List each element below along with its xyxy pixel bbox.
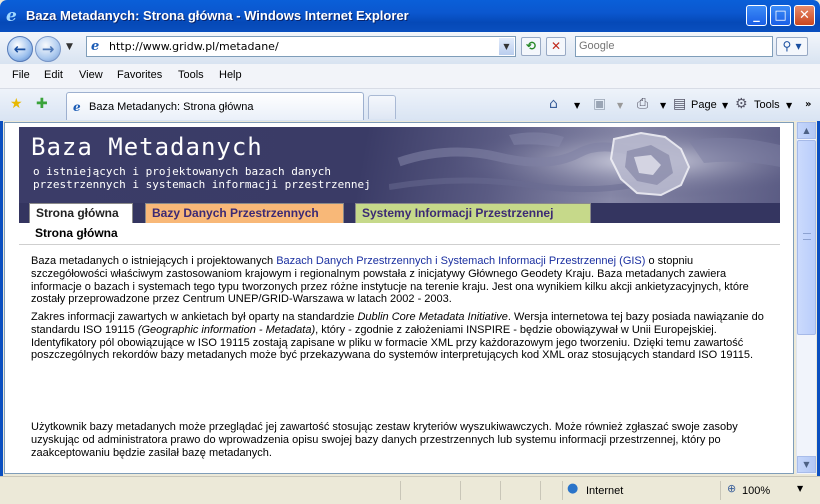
gis-link[interactable]: Bazach Danych Przestrzennych i Systemach…	[276, 255, 645, 267]
scrollbar-grip-icon	[803, 233, 811, 240]
recent-pages-chevron-icon[interactable]: ▼	[66, 42, 73, 52]
vertical-scrollbar[interactable]: ▲ ▼	[796, 122, 816, 474]
page-menu-icon[interactable]: ▤	[673, 96, 686, 112]
scope-paragraph: Zakres informacji zawartych w ankietach …	[31, 311, 771, 362]
section-bar: Strona główna	[19, 223, 780, 245]
refresh-button[interactable]: ⟲	[521, 37, 541, 56]
address-url[interactable]: http://www.gridw.pl/metadane/	[109, 40, 279, 53]
search-button[interactable]: ⚲ ▾	[776, 37, 808, 56]
banner-title: Baza Metadanych	[31, 133, 263, 161]
title-bar: e Baza Metadanych: Strona główna - Windo…	[0, 0, 820, 32]
user-paragraph: Użytkownik bazy metadanych może przegląd…	[31, 421, 738, 459]
iso-title-text: (Geographic information - Metadata)	[137, 323, 316, 336]
status-cell-empty-3	[500, 481, 540, 500]
rss-feeds-icon[interactable]: ▣	[593, 96, 606, 112]
scope-text-a: Zakres informacji zawartych w ankietach …	[31, 311, 358, 323]
tab-bar: ★ ✚ e Baza Metadanych: Strona główna ⌂ ▼…	[0, 89, 820, 121]
add-favorites-icon[interactable]: ✚	[36, 96, 48, 112]
status-zone: Internet	[586, 485, 624, 497]
home-dropdown-icon[interactable]: ▼	[574, 101, 580, 110]
scroll-up-arrow-icon[interactable]: ▲	[797, 122, 816, 139]
globe-icon: ●	[567, 481, 579, 496]
status-cell-empty-1	[400, 481, 460, 500]
browser-tab[interactable]: e Baza Metadanych: Strona główna	[66, 92, 364, 120]
ie-logo-icon: e	[6, 6, 17, 26]
banner-map-image	[389, 127, 780, 203]
scroll-down-arrow-icon[interactable]: ▼	[797, 456, 816, 473]
menu-edit[interactable]: Edit	[44, 69, 63, 81]
home-icon[interactable]: ⌂	[549, 96, 558, 112]
browser-tab-label: Baza Metadanych: Strona główna	[89, 101, 254, 113]
address-dropdown-icon[interactable]: ▼	[499, 38, 514, 55]
intro-text-a: Baza metadanych o istniejących i projekt…	[31, 255, 277, 267]
status-zoom[interactable]: 100%	[742, 485, 770, 497]
page-dropdown-icon[interactable]: ▼	[722, 101, 728, 110]
browser-viewport: Baza Metadanych o istniejących i projekt…	[4, 122, 794, 474]
menu-view[interactable]: View	[79, 69, 103, 81]
search-box[interactable]	[575, 36, 773, 57]
minimize-button[interactable]: _	[746, 5, 767, 26]
tools-menu-label[interactable]: Tools	[754, 99, 780, 111]
menu-bar: File Edit View Favorites Tools Help	[0, 64, 820, 89]
tools-dropdown-icon[interactable]: ▼	[786, 101, 792, 110]
new-tab-button[interactable]	[368, 95, 396, 119]
gear-icon[interactable]: ⚙	[735, 96, 748, 112]
favorites-star-icon[interactable]: ★	[10, 96, 23, 112]
scrollbar-thumb[interactable]	[797, 140, 816, 335]
site-banner: Baza Metadanych o istniejących i projekt…	[19, 127, 780, 203]
tab-page-icon: e	[73, 100, 81, 114]
close-button[interactable]: ✕	[794, 5, 815, 26]
banner-subtitle-line-1: o istniejących i projektowanych bazach d…	[33, 165, 332, 178]
print-dropdown-icon[interactable]: ▼	[660, 101, 666, 110]
search-input[interactable]	[579, 39, 769, 53]
zoom-icon: ⊕	[727, 482, 737, 495]
tab-systemy-informacji[interactable]: Systemy Informacji Przestrzennej	[355, 203, 591, 223]
maximize-button[interactable]: □	[770, 5, 791, 26]
menu-tools[interactable]: Tools	[178, 69, 204, 81]
feeds-dropdown-icon[interactable]: ▼	[617, 101, 623, 110]
intro-paragraph: Baza metadanych o istniejących i projekt…	[31, 255, 771, 306]
status-bar: ● Internet ⊕ ▼ 100%	[0, 476, 820, 504]
menu-file[interactable]: File	[12, 69, 30, 81]
address-bar[interactable]: e http://www.gridw.pl/metadane/ ▼	[86, 36, 516, 57]
section-title: Strona główna	[35, 226, 118, 240]
status-cell-empty-4	[540, 481, 562, 500]
zoom-dropdown-icon[interactable]: ▼	[797, 484, 803, 493]
stop-button[interactable]: ✕	[546, 37, 566, 56]
status-cell-empty-2	[460, 481, 500, 500]
page-menu-label[interactable]: Page	[691, 99, 717, 111]
window-title: Baza Metadanych: Strona główna - Windows…	[26, 8, 409, 23]
toolbar-overflow-chevron-icon[interactable]: »	[805, 99, 811, 110]
menu-help[interactable]: Help	[219, 69, 242, 81]
dublin-core-text: Dublin Core Metadata Initiative	[357, 311, 508, 323]
web-page: Baza Metadanych o istniejących i projekt…	[19, 127, 780, 473]
forward-button[interactable]: →	[35, 36, 61, 62]
print-icon[interactable]: ⎙	[637, 96, 648, 112]
tab-strona-glowna[interactable]: Strona główna	[29, 203, 133, 223]
back-button[interactable]: ←	[7, 36, 33, 62]
page-icon: e	[91, 39, 100, 54]
tab-bazy-danych[interactable]: Bazy Danych Przestrzennych	[145, 203, 344, 223]
menu-favorites[interactable]: Favorites	[117, 69, 162, 81]
banner-subtitle-line-2: przestrzennych i systemach informacji pr…	[33, 178, 371, 191]
